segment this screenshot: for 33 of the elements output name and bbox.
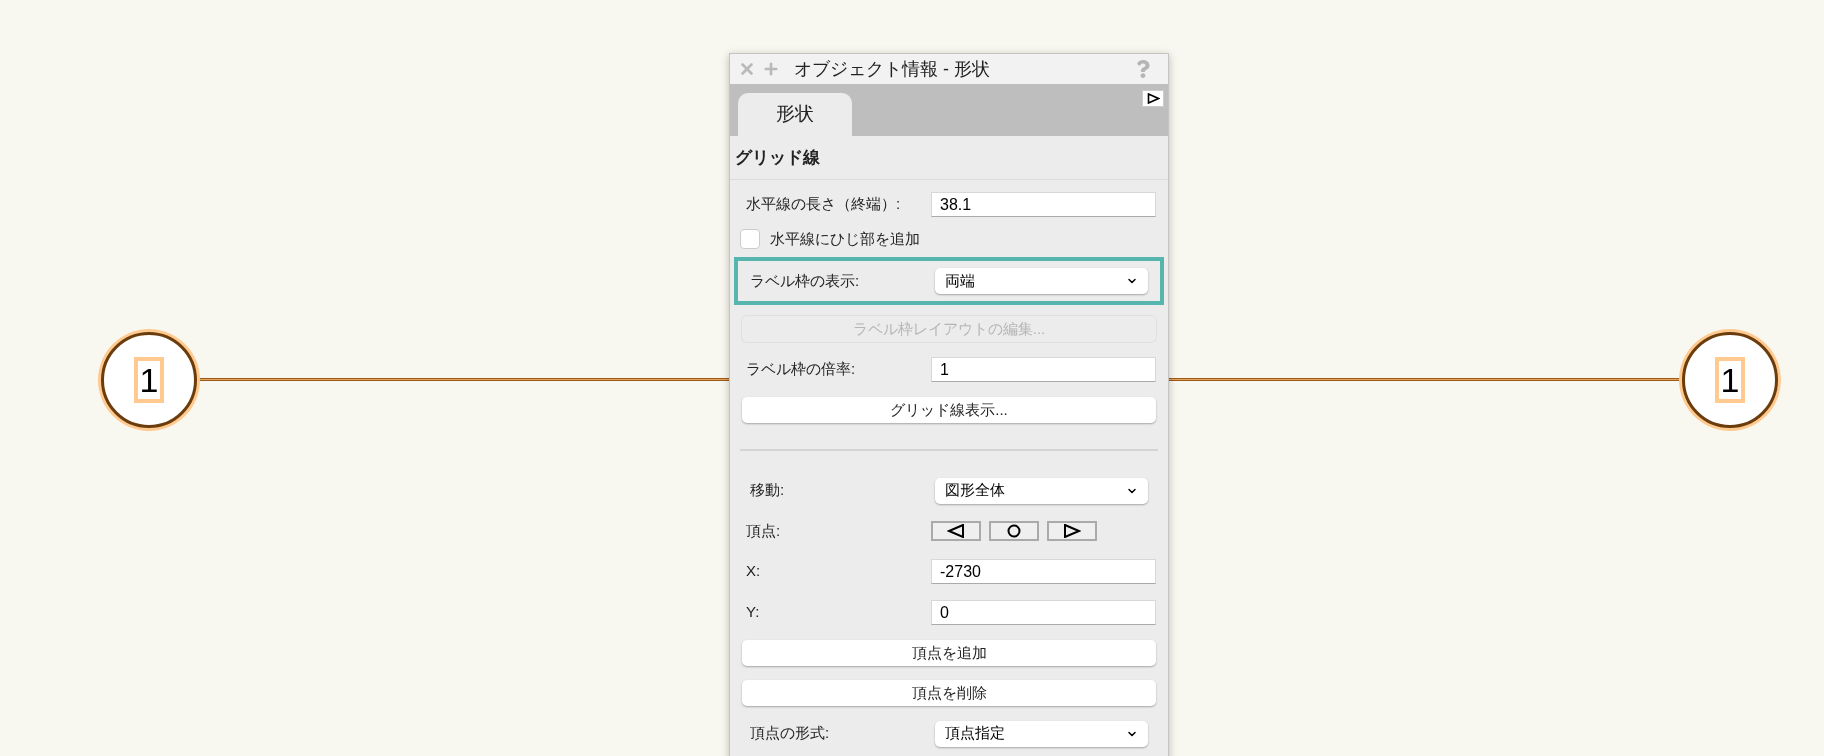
expand-button[interactable] [1142, 90, 1164, 107]
right-triangle-icon [1146, 93, 1160, 104]
previous-button[interactable] [931, 521, 981, 541]
center-button[interactable] [989, 521, 1039, 541]
left-triangle-icon [947, 524, 965, 538]
field-label: ラベル枠の表示: [750, 270, 861, 291]
input-field[interactable]: 1 [931, 357, 1156, 382]
checkbox[interactable] [740, 229, 760, 249]
field-label: 水平線の長さ（終端）: [746, 194, 902, 215]
next-button[interactable] [1047, 521, 1097, 541]
input-field[interactable]: 0 [931, 600, 1156, 625]
grid-label: 1 [1714, 357, 1746, 403]
field-label: 頂点の形式: [750, 723, 831, 744]
right-triangle-icon [1063, 524, 1081, 538]
field-label: Y: [746, 602, 761, 623]
field-label: X: [746, 561, 762, 582]
field-label: 頂点: [746, 520, 782, 541]
dropdown[interactable]: 図形全体 [935, 477, 1148, 504]
field-label: ラベル枠の倍率: [746, 359, 857, 380]
action-button[interactable]: 頂点を削除 [742, 680, 1156, 706]
circle-icon [1005, 524, 1023, 538]
tab[interactable]: 形状 [738, 93, 852, 136]
checkbox-label: 水平線にひじ部を追加 [770, 228, 920, 249]
window-title: オブジェクト情報 - 形状 [794, 57, 990, 81]
field-label: 移動: [750, 480, 786, 501]
grid-label: 1 [133, 357, 165, 403]
input-field[interactable]: 38.1 [931, 192, 1156, 217]
section-title: グリッド線 [735, 146, 820, 169]
input-field[interactable]: -2730 [931, 559, 1156, 584]
dropdown[interactable]: 頂点指定 [935, 720, 1148, 747]
dropdown[interactable]: 両端 [935, 268, 1148, 294]
action-button[interactable]: 頂点を追加 [742, 640, 1156, 666]
action-button[interactable]: グリッド線表示... [742, 397, 1156, 423]
